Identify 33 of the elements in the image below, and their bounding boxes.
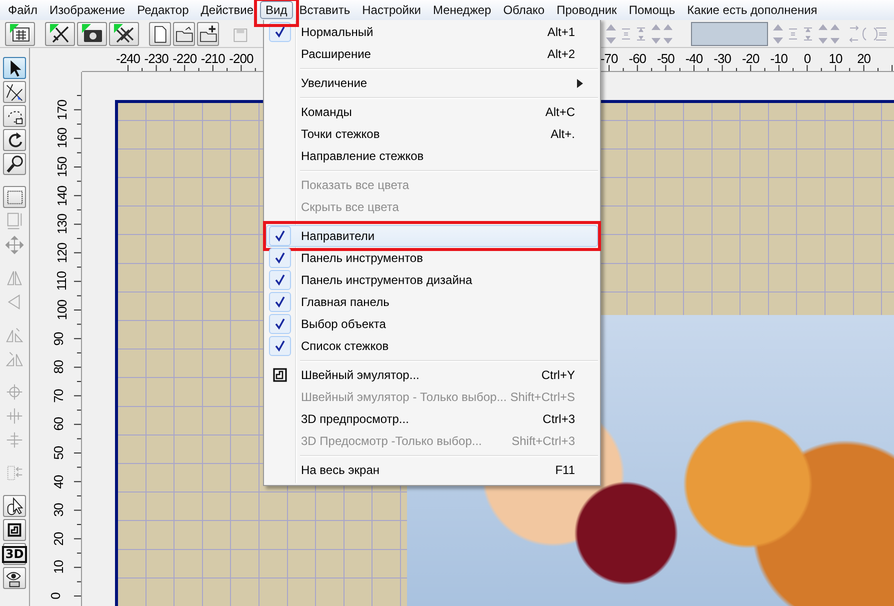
- ruler-label: 170: [54, 100, 70, 120]
- ruler-label: 80: [51, 360, 66, 374]
- ruler-label: -20: [742, 51, 760, 66]
- ruler-label: 100: [54, 300, 70, 320]
- ruler-label: -40: [685, 51, 703, 66]
- ruler-label: 110: [54, 272, 70, 291]
- ruler-label: -240: [116, 51, 140, 66]
- ruler-label: -220: [172, 51, 197, 66]
- ruler-label: 60: [51, 418, 66, 432]
- ruler-label: 20: [51, 532, 66, 546]
- ruler-label: -30: [714, 51, 731, 66]
- ruler-label: -210: [200, 51, 225, 66]
- ruler-label: 50: [51, 446, 66, 460]
- ruler-label: 140: [54, 186, 70, 206]
- ruler-label: -50: [657, 51, 674, 66]
- ruler-label: -230: [144, 51, 168, 66]
- ruler-label: -70: [600, 51, 618, 66]
- ruler-label: 130: [54, 214, 70, 234]
- ruler-label: 20: [857, 51, 871, 66]
- ruler-label: 90: [51, 332, 66, 346]
- ruler-label: -60: [628, 51, 646, 66]
- ruler-label: 40: [51, 474, 66, 488]
- ruler-label: 0: [48, 592, 63, 600]
- ruler-label: 120: [54, 242, 70, 263]
- ruler-label: 30: [51, 503, 66, 517]
- ruler-label: 150: [54, 156, 70, 178]
- ruler-label: 0: [804, 51, 811, 66]
- ruler-label: -200: [229, 51, 254, 66]
- ruler-label: 70: [51, 389, 66, 403]
- ruler-label: -10: [770, 51, 788, 66]
- ruler-label: 160: [54, 128, 70, 148]
- ruler-label: 10: [51, 560, 66, 574]
- ruler-label: 10: [828, 51, 842, 66]
